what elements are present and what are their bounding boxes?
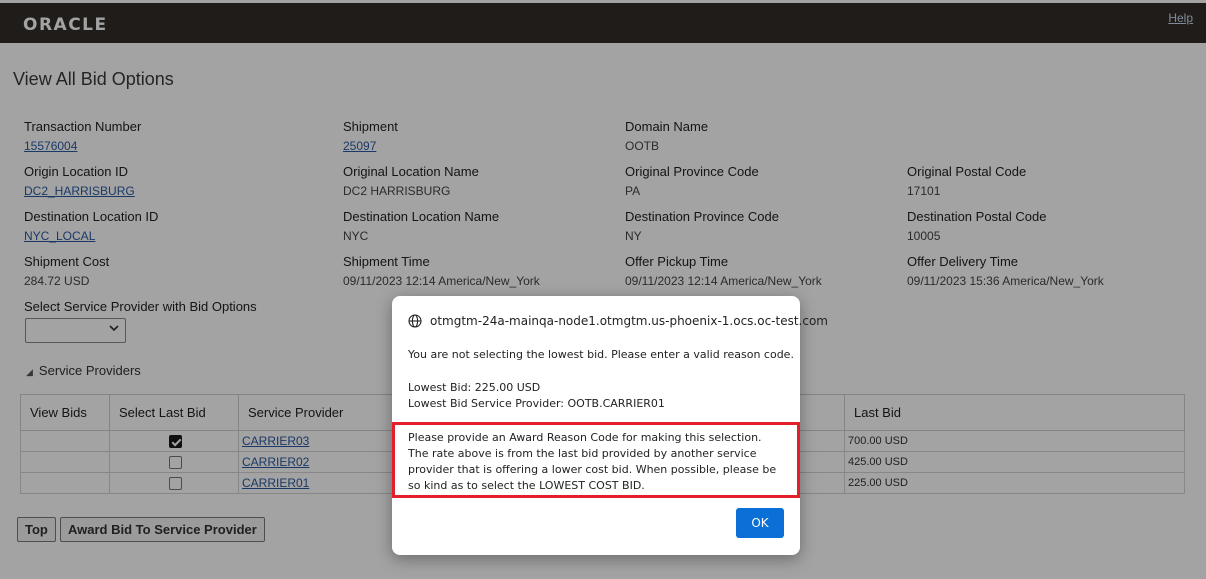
dialog-origin-text: otmgtm-24a-mainqa-node1.otmgtm.us-phoeni…: [430, 314, 828, 328]
lowest-bid-provider-text: Lowest Bid Service Provider: OOTB.CARRIE…: [408, 397, 665, 410]
lowest-bid-text: Lowest Bid: 225.00 USD: [408, 381, 541, 394]
reason-code-highlight: Please provide an Award Reason Code for …: [392, 422, 800, 498]
dialog-origin: otmgtm-24a-mainqa-node1.otmgtm.us-phoeni…: [408, 314, 828, 328]
reason-code-text: Please provide an Award Reason Code for …: [408, 431, 777, 492]
alert-dialog: otmgtm-24a-mainqa-node1.otmgtm.us-phoeni…: [392, 296, 828, 555]
dialog-message: You are not selecting the lowest bid. Pl…: [408, 348, 794, 361]
ok-button[interactable]: OK: [736, 508, 784, 538]
globe-icon: [408, 314, 422, 328]
